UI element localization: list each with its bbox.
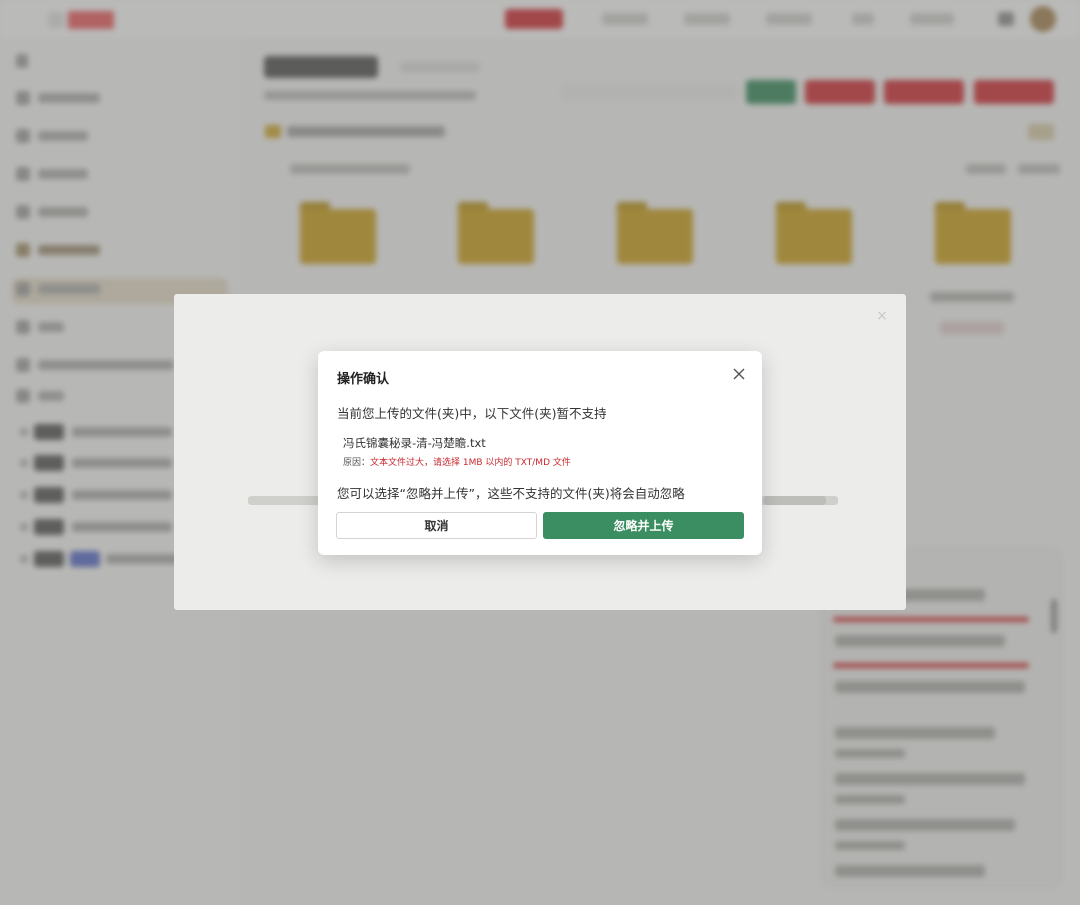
upload-hint-detail: [764, 496, 826, 505]
reason-text: 文本文件过大，请选择 1MB 以内的 TXT/MD 文件: [370, 458, 571, 468]
reason-label: 原因：: [343, 458, 371, 468]
close-button[interactable]: [730, 365, 748, 383]
confirm-dialog: 操作确认 当前您上传的文件(夹)中，以下文件(夹)暂不支持 冯氏锦囊秘录-清-冯…: [318, 351, 762, 555]
close-icon[interactable]: ×: [876, 309, 888, 323]
unsupported-file-name: 冯氏锦囊秘录-清-冯楚瞻.txt: [343, 436, 486, 450]
close-icon: [733, 368, 745, 380]
dialog-message: 当前您上传的文件(夹)中，以下文件(夹)暂不支持: [337, 406, 607, 421]
unsupported-reason: 原因：文本文件过大，请选择 1MB 以内的 TXT/MD 文件: [343, 455, 571, 468]
modal-overlay: × 操作确认 当前您上传的文件(夹)中，以下文件(夹)暂不支持 冯氏锦囊秘录-清…: [0, 0, 1080, 905]
ignore-and-upload-button[interactable]: 忽略并上传: [543, 512, 744, 539]
dialog-note: 您可以选择“忽略并上传”，这些不支持的文件(夹)将会自动忽略: [337, 486, 685, 501]
dialog-title: 操作确认: [337, 372, 390, 387]
cancel-button[interactable]: 取消: [336, 512, 537, 539]
